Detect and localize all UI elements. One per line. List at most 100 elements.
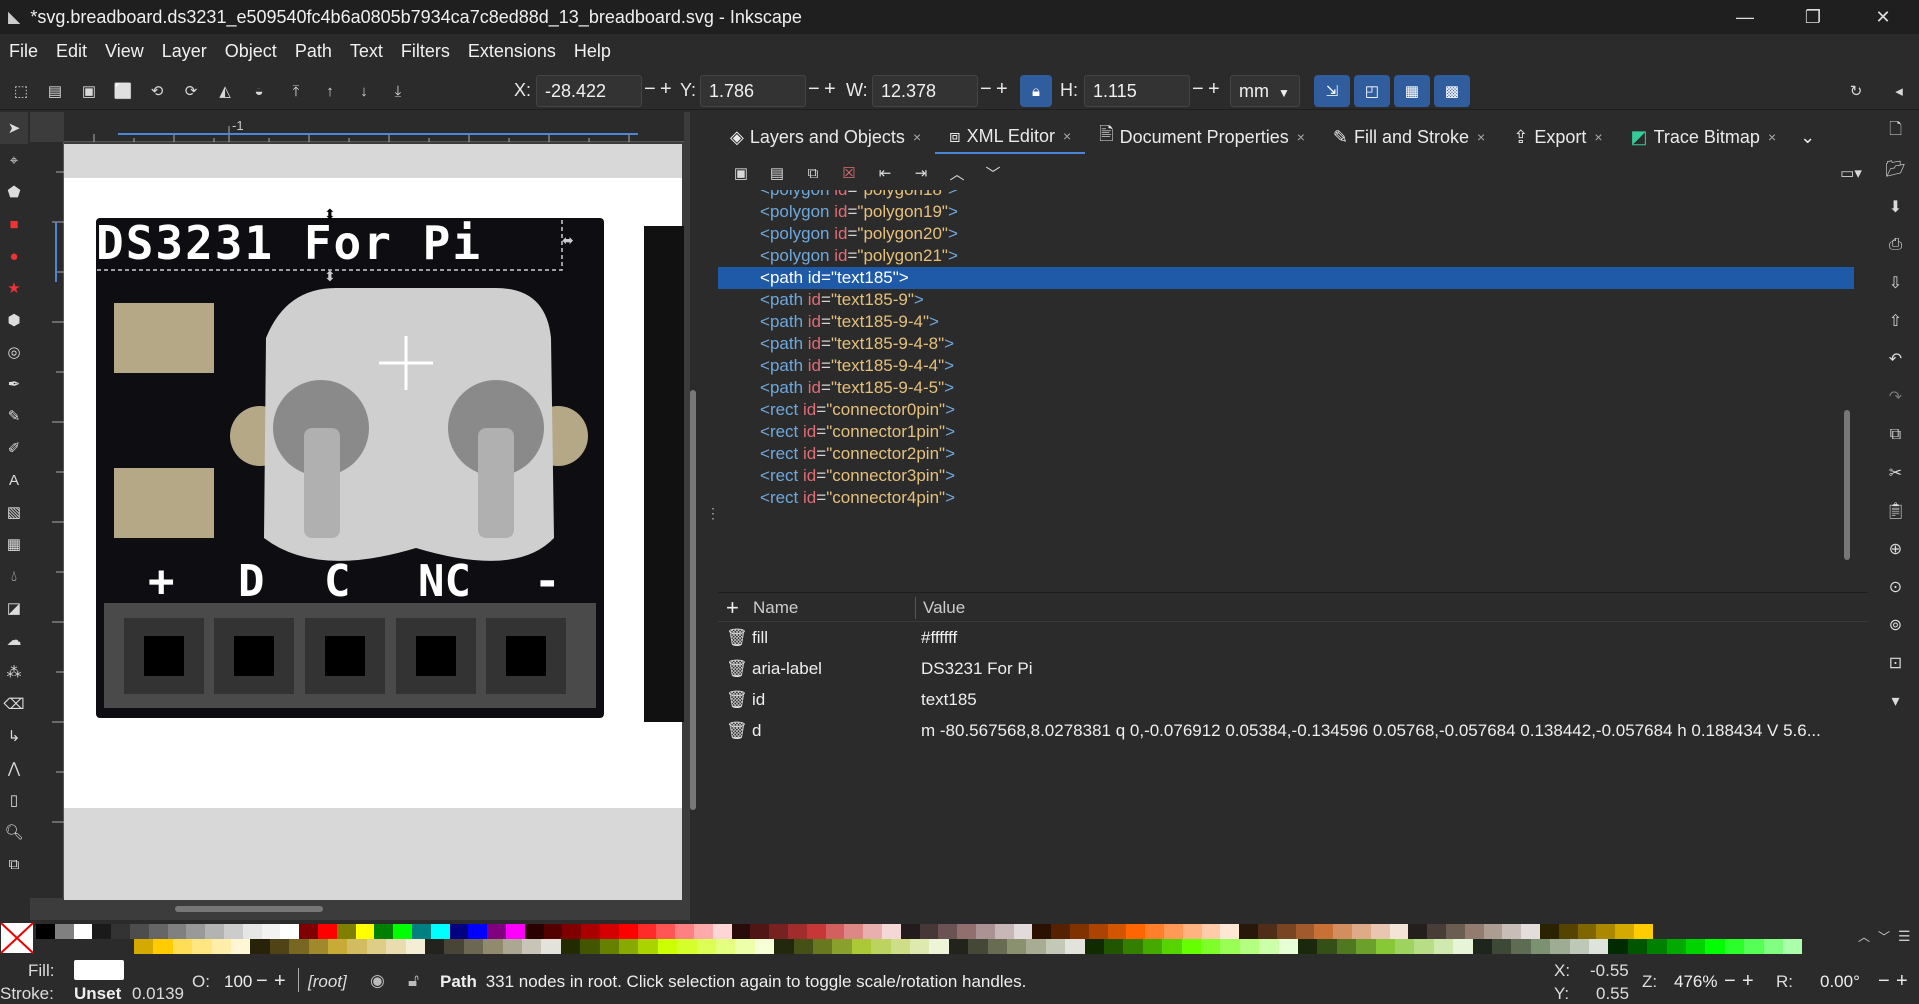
rotate-ccw-icon[interactable]: ⟲ (144, 78, 170, 104)
attribute-row[interactable]: 🗑︎ id text185 (718, 684, 1868, 715)
rotation-input[interactable]: 0.00° (1820, 972, 1860, 992)
import-icon[interactable]: ⇩ (1872, 264, 1919, 302)
close-button[interactable]: ✕ (1853, 0, 1913, 34)
trash-icon[interactable]: 🗑︎ (726, 684, 748, 715)
color-swatch[interactable] (318, 924, 337, 939)
copy-icon[interactable]: ⧉ (1872, 416, 1919, 454)
color-swatch[interactable] (618, 924, 638, 939)
new-text-node-icon[interactable]: ▤ (764, 160, 790, 186)
menu-filters[interactable]: Filters (392, 41, 459, 62)
x-decrement-button[interactable]: − (644, 78, 656, 101)
color-swatch[interactable] (1181, 939, 1201, 954)
y-increment-button[interactable]: + (824, 78, 836, 101)
rotation-decrement-button[interactable]: − (1878, 970, 1890, 993)
xml-node[interactable]: <rect id="connector4pin"> (718, 487, 1854, 509)
delete-node-icon[interactable]: ☒ (836, 160, 862, 186)
color-swatch[interactable] (1596, 924, 1616, 939)
color-swatch[interactable] (328, 939, 348, 954)
zoom-input[interactable]: 476% (1674, 972, 1717, 992)
color-swatch[interactable] (1375, 939, 1395, 954)
menu-path[interactable]: Path (286, 41, 341, 62)
ds3231-board[interactable]: DS3231 For Pi + D C NC - ⬍ ⬌ ⬍ (96, 206, 604, 718)
color-swatch[interactable] (1395, 939, 1415, 954)
color-swatch[interactable] (1608, 939, 1628, 954)
h-increment-button[interactable]: + (1208, 78, 1220, 101)
tab-document-properties[interactable]: 🖹︎ Document Properties × (1085, 120, 1319, 154)
h-input[interactable]: 1.115 (1084, 75, 1190, 107)
add-attribute-button[interactable]: + (726, 595, 739, 621)
select-all-layers-icon[interactable]: ▤ (42, 78, 68, 104)
color-swatch[interactable] (502, 939, 522, 954)
palette-scroll-down-icon[interactable]: ﹀ (1878, 928, 1890, 945)
color-swatch[interactable] (562, 924, 582, 939)
attribute-value[interactable]: DS3231 For Pi (921, 653, 1861, 684)
xml-node[interactable]: <polygon id="polygon19"> (718, 201, 1854, 223)
w-input[interactable]: 12.378 (872, 75, 978, 107)
tab-fill-and-stroke[interactable]: ✎ Fill and Stroke × (1319, 120, 1499, 154)
selection-handle-bottom-icon[interactable]: ⬍ (324, 268, 336, 285)
color-swatch[interactable] (336, 924, 356, 939)
color-swatch[interactable] (957, 924, 976, 939)
measure-tool-icon[interactable]: ⧉ (0, 848, 28, 880)
color-swatch[interactable] (1070, 924, 1089, 939)
color-swatch[interactable] (1521, 924, 1540, 939)
color-swatch[interactable] (1164, 924, 1183, 939)
color-swatch[interactable] (1502, 924, 1522, 939)
color-swatch[interactable] (186, 924, 206, 939)
adjacent-object[interactable] (644, 226, 684, 722)
color-swatch[interactable] (637, 924, 657, 939)
color-swatch[interactable] (813, 939, 833, 954)
scale-corners-button[interactable]: ◰ (1354, 75, 1390, 107)
color-swatch[interactable] (1278, 939, 1298, 954)
raise-icon[interactable]: ↑ (317, 78, 343, 104)
attribute-value[interactable]: text185 (921, 684, 1861, 715)
color-swatch[interactable] (599, 939, 619, 954)
color-swatch[interactable] (134, 939, 154, 954)
color-swatch[interactable] (1634, 924, 1653, 939)
vertical-ruler[interactable] (30, 142, 64, 898)
color-swatch[interactable] (280, 924, 300, 939)
color-swatch[interactable] (968, 939, 988, 954)
gradient-tool-icon[interactable]: ▧ (0, 496, 28, 528)
color-swatch[interactable] (289, 939, 309, 954)
color-swatch[interactable] (211, 939, 231, 954)
layer-lock-icon[interactable]: 🔓︎ (408, 971, 419, 991)
tab-layers-and-objects[interactable]: ◈ Layers and Objects × (716, 120, 935, 154)
menu-view[interactable]: View (96, 41, 153, 62)
color-swatch[interactable] (677, 939, 697, 954)
selection-handle-top-icon[interactable]: ⬍ (324, 206, 336, 223)
attribute-row[interactable]: 🗑︎ fill #ffffff (718, 622, 1868, 653)
open-document-icon[interactable]: 📂︎ (1872, 150, 1919, 188)
menu-file[interactable]: File (0, 41, 47, 62)
color-swatch[interactable] (1107, 924, 1127, 939)
restore-button[interactable]: ❐ (1783, 0, 1843, 34)
color-swatch[interactable] (851, 939, 872, 954)
color-swatch[interactable] (1492, 939, 1512, 954)
color-swatch[interactable] (1577, 924, 1597, 939)
color-swatch[interactable] (1783, 939, 1803, 954)
rectangle-tool-icon[interactable]: ■ (0, 208, 28, 240)
export-icon[interactable]: ⇧ (1872, 302, 1919, 340)
attribute-name[interactable]: id (752, 684, 765, 715)
color-swatch[interactable] (657, 939, 678, 954)
color-swatch[interactable] (890, 939, 910, 954)
select-same-icon[interactable]: ▣ (76, 78, 102, 104)
color-swatch[interactable] (735, 939, 755, 954)
color-swatch[interactable] (919, 924, 939, 939)
color-swatch[interactable] (754, 939, 775, 954)
connector-tool-icon[interactable]: ↳ (0, 720, 28, 752)
trash-icon[interactable]: 🗑︎ (726, 622, 748, 653)
select-all-icon[interactable]: ⬚ (8, 78, 34, 104)
color-swatch[interactable] (1336, 939, 1357, 954)
color-swatch[interactable] (36, 924, 55, 939)
layer-visibility-icon[interactable]: ◉ (370, 971, 385, 991)
color-swatch[interactable] (619, 939, 639, 954)
attribute-value[interactable]: m -80.567568,8.0278381 q 0,-0.076912 0.0… (921, 715, 1861, 746)
lower-icon[interactable]: ↓ (351, 78, 377, 104)
xml-node[interactable]: <rect id="connector0pin"> (718, 399, 1854, 421)
tab-trace-bitmap[interactable]: ◩ Trace Bitmap × (1617, 120, 1791, 154)
color-swatch[interactable] (1220, 939, 1240, 954)
color-swatch[interactable] (261, 924, 281, 939)
spiral-tool-icon[interactable]: ◎ (0, 336, 28, 368)
color-swatch[interactable] (1414, 939, 1434, 954)
